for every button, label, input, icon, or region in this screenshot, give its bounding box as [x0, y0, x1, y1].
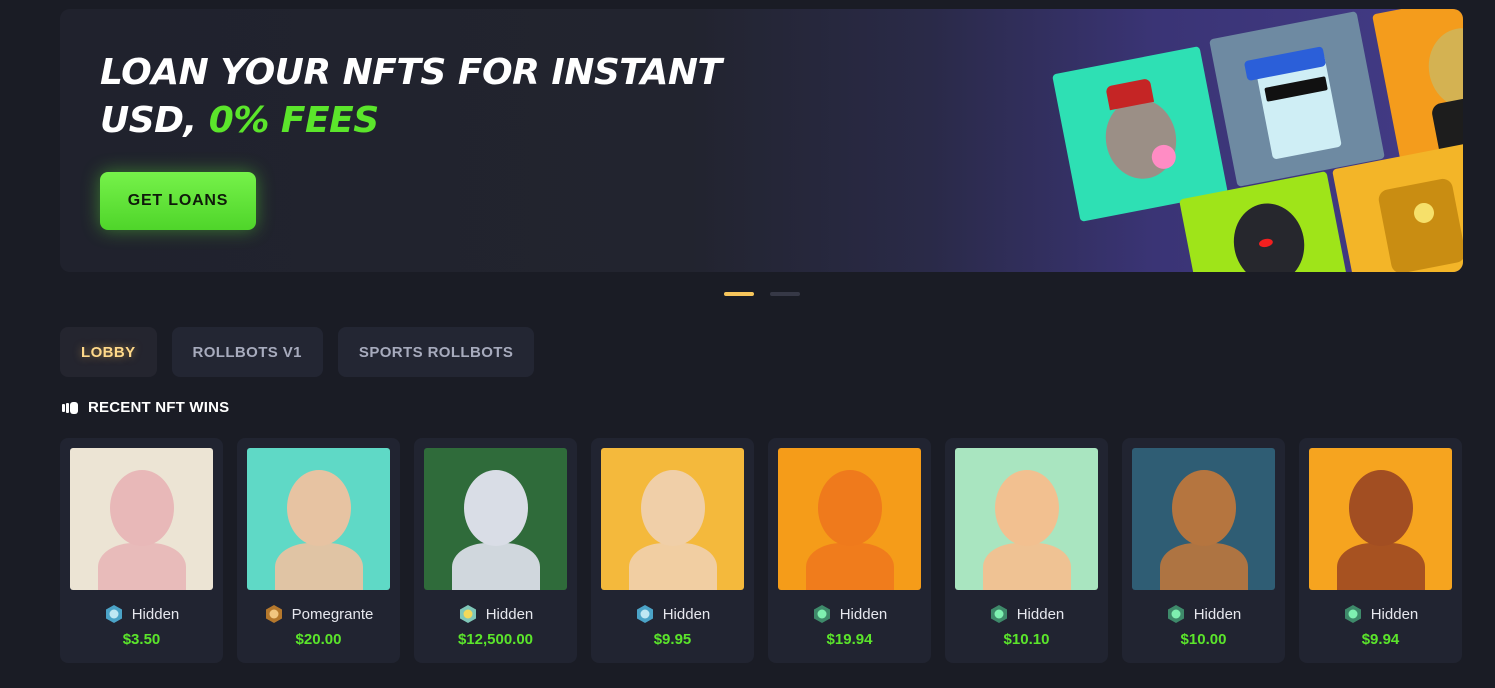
nft-win-price: $9.94	[1361, 631, 1400, 648]
nft-win-meta: Hidden	[591, 604, 754, 624]
nft-winner-name: Hidden	[485, 605, 534, 623]
emerald-badge-icon	[1167, 605, 1184, 623]
nft-win-card[interactable]: Hidden $10.10	[945, 438, 1108, 663]
tab-lobby[interactable]: LOBBY	[60, 327, 157, 377]
nft-winner-name: Hidden	[1193, 605, 1242, 623]
nft-win-card[interactable]: Hidden $9.95	[591, 438, 754, 663]
nft-win-meta: Hidden	[945, 604, 1108, 624]
diamond-badge-icon	[105, 605, 122, 623]
chip-icon	[62, 401, 78, 414]
nft-thumbnail	[247, 448, 390, 590]
nft-thumbnail	[955, 448, 1098, 590]
nft-win-price: $12,500.00	[457, 631, 534, 648]
nft-win-card[interactable]: Hidden $9.94	[1299, 438, 1462, 663]
nft-win-price: $20.00	[295, 631, 342, 648]
bronze-badge-icon	[265, 605, 282, 623]
emerald-badge-icon	[990, 605, 1007, 623]
carousel-dot-2[interactable]	[770, 292, 800, 296]
nft-win-meta: Hidden	[1122, 604, 1285, 624]
nft-thumbnail	[1309, 448, 1452, 590]
gold-badge-icon	[459, 605, 476, 623]
carousel-dot-1[interactable]	[724, 292, 754, 296]
nft-win-price: $10.00	[1180, 631, 1227, 648]
banner-title-prefix: USD,	[100, 100, 209, 141]
nft-win-card[interactable]: Hidden $10.00	[1122, 438, 1285, 663]
nft-win-meta: Hidden	[1299, 604, 1462, 624]
nft-win-meta: Pomegrante	[237, 604, 400, 624]
emerald-badge-icon	[1344, 605, 1361, 623]
nft-win-meta: Hidden	[60, 604, 223, 624]
carousel-indicators	[724, 292, 800, 296]
nft-win-price: $3.50	[122, 631, 161, 648]
nft-thumbnail	[70, 448, 213, 590]
nft-thumbnail	[424, 448, 567, 590]
banner-nft-collage	[960, 9, 1463, 272]
tab-rollbots-v1[interactable]: ROLLBOTS V1	[171, 327, 323, 377]
diamond-badge-icon	[636, 605, 653, 623]
nft-winner-name: Hidden	[131, 605, 180, 623]
nft-win-card[interactable]: Hidden $3.50	[60, 438, 223, 663]
get-loans-button[interactable]: GET LOANS	[100, 172, 256, 230]
section-title-text: RECENT NFT WINS	[88, 399, 230, 416]
recent-nft-wins-heading: RECENT NFT WINS	[62, 399, 229, 416]
nft-win-card[interactable]: Hidden $12,500.00	[414, 438, 577, 663]
banner-title: LOAN YOUR NFTS FOR INSTANT USD, 0% FEES	[100, 49, 740, 145]
nft-winner-name: Hidden	[839, 605, 888, 623]
banner-title-line2: USD, 0% FEES	[100, 97, 740, 145]
nft-winner-name: Hidden	[1016, 605, 1065, 623]
nft-win-meta: Hidden	[768, 604, 931, 624]
nft-win-card[interactable]: Pomegrante $20.00	[237, 438, 400, 663]
nft-thumbnail	[601, 448, 744, 590]
nft-win-meta: Hidden	[414, 604, 577, 624]
banner-title-accent: 0% FEES	[208, 100, 379, 141]
recent-wins-list: Hidden $3.50 Pomegrante $20.00 Hidden $12,500…	[60, 438, 1462, 663]
nft-winner-name: Hidden	[1370, 605, 1419, 623]
nft-tile-ape-gold	[1372, 9, 1463, 162]
nft-winner-name: Pomegrante	[291, 605, 374, 623]
game-tabs: LOBBY ROLLBOTS V1 SPORTS ROLLBOTS	[60, 327, 535, 377]
nft-thumbnail	[778, 448, 921, 590]
nft-winner-name: Hidden	[662, 605, 711, 623]
nft-thumbnail	[1132, 448, 1275, 590]
nft-win-card[interactable]: Hidden $19.94	[768, 438, 931, 663]
nft-win-price: $9.95	[653, 631, 692, 648]
hero-banner: LOAN YOUR NFTS FOR INSTANT USD, 0% FEES …	[60, 9, 1463, 272]
emerald-badge-icon	[813, 605, 830, 623]
nft-win-price: $10.10	[1003, 631, 1050, 648]
nft-win-price: $19.94	[826, 631, 873, 648]
tab-sports-rollbots[interactable]: SPORTS ROLLBOTS	[337, 327, 535, 377]
banner-title-line1: LOAN YOUR NFTS FOR INSTANT	[100, 52, 722, 93]
nft-tile-punk	[1209, 11, 1385, 187]
